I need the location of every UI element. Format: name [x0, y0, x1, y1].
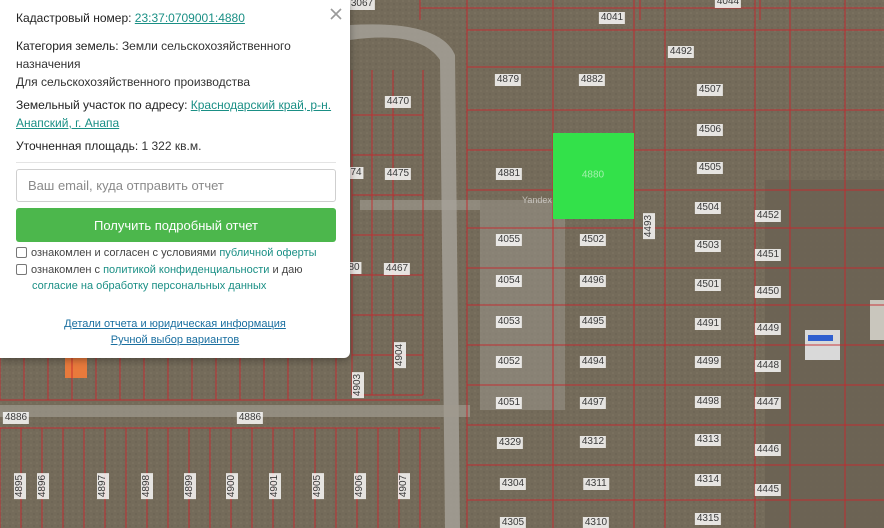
parcel-number-label: 4492	[667, 46, 695, 58]
manual-selection-link[interactable]: Ручной выбор вариантов	[0, 334, 350, 346]
get-report-button[interactable]: Получить подробный отчет	[16, 208, 336, 242]
divider	[16, 162, 336, 163]
parcel-number-label: 4900	[226, 472, 238, 500]
parcel-number-label: 4446	[754, 444, 782, 456]
privacy-consent-text-b: и даю	[272, 264, 303, 276]
parcel-number-label: 4054	[495, 275, 523, 287]
privacy-consent-text-a: ознакомлен с	[31, 264, 101, 276]
email-input[interactable]	[16, 169, 336, 202]
parcel-number-label: 4475	[384, 168, 412, 180]
parcel-number-label: 4051	[495, 397, 523, 409]
parcel-number-label: 4496	[579, 275, 607, 287]
cadastral-number-label: Кадастровый номер:	[16, 11, 132, 25]
privacy-policy-link[interactable]: политикой конфиденциальности	[103, 264, 269, 276]
selected-parcel-number: 4880	[581, 169, 605, 181]
cadastral-number-row: Кадастровый номер: 23:37:0709001:4880	[16, 9, 342, 27]
privacy-consent-row: ознакомлен с политикой конфиденциальност…	[16, 262, 342, 294]
parcel-number-label: 4445	[754, 484, 782, 496]
parcel-number-label: 4901	[269, 472, 281, 500]
parcel-number-label: 4052	[495, 356, 523, 368]
parcel-number-label: 4491	[694, 318, 722, 330]
parcel-number-label: 4903	[352, 371, 364, 399]
land-category-label: Категория земель:	[16, 39, 119, 53]
parcel-number-label: 4448	[754, 360, 782, 372]
parcel-number-label: 4895	[14, 472, 26, 500]
parcel-number-label: 4881	[495, 168, 523, 180]
area-row: Уточненная площадь: 1 322 кв.м.	[16, 137, 342, 155]
offer-consent-text: ознакомлен и согласен с условиями	[31, 247, 217, 259]
land-category-row: Категория земель: Земли сельскохозяйстве…	[16, 37, 342, 91]
parcel-number-label: 4311	[583, 478, 609, 490]
parcel-number-label: 4896	[37, 472, 49, 500]
parcel-number-label: 4450	[754, 286, 782, 298]
parcel-number-label: 4312	[579, 436, 607, 448]
parcel-number-label: 4329	[496, 437, 524, 449]
parcel-number-label: 4044	[714, 0, 742, 8]
parcel-number-label: 4898	[141, 472, 153, 500]
parcel-number-label: 4879	[494, 74, 522, 86]
offer-consent-checkbox[interactable]	[16, 247, 27, 258]
area-value: 1 322 кв.м.	[141, 139, 202, 153]
parcel-number-label: 4467	[383, 263, 411, 275]
parcel-number-label: 4886	[236, 412, 264, 424]
parcel-number-label: 4313	[694, 434, 722, 446]
parcel-number-label: 4905	[312, 472, 324, 500]
land-use-value: Для сельскохозяйственного производства	[16, 75, 251, 89]
parcel-number-label: 4501	[694, 279, 722, 291]
parcel-number-label: 4504	[694, 202, 722, 214]
parcel-number-label: 4452	[754, 210, 782, 222]
parcel-number-label: 4304	[499, 478, 527, 490]
parcel-number-label: 4899	[184, 472, 196, 500]
parcel-number-label: 4507	[696, 84, 724, 96]
parcel-number-label: 4314	[694, 474, 722, 486]
parcel-number-label: 4498	[694, 396, 722, 408]
parcel-number-label: 4897	[97, 472, 109, 500]
parcel-number-label: 4886	[2, 412, 30, 424]
parcel-info-panel: Кадастровый номер: 23:37:0709001:4880 Ка…	[0, 0, 350, 358]
parcel-number-label: 4882	[578, 74, 606, 86]
parcel-number-label: 74	[348, 167, 364, 179]
parcel-number-label: 4495	[579, 316, 607, 328]
address-row: Земельный участок по адресу: Краснодарск…	[16, 96, 342, 132]
map-attribution: Yandex	[522, 195, 552, 205]
parcel-number-label: 4315	[694, 513, 722, 525]
privacy-consent-checkbox[interactable]	[16, 264, 27, 275]
parcel-number-label: 4305	[499, 517, 527, 528]
public-offer-link[interactable]: публичной оферты	[219, 247, 316, 259]
parcel-number-label: 4502	[579, 234, 607, 246]
parcel-number-label: 4906	[354, 472, 366, 500]
parcel-number-label: 4499	[694, 356, 722, 368]
parcel-number-label: 4447	[754, 397, 782, 409]
parcel-number-label: 4041	[598, 12, 626, 24]
parcel-number-label: 4505	[696, 162, 724, 174]
parcel-number-label: 4506	[696, 124, 724, 136]
parcel-number-label: 4493	[643, 212, 655, 240]
parcel-number-label: 4053	[495, 316, 523, 328]
parcel-number-label: 3067	[348, 0, 376, 10]
parcel-number-label: 4055	[495, 234, 523, 246]
area-label: Уточненная площадь:	[16, 139, 139, 153]
address-label: Земельный участок по адресу:	[16, 98, 188, 112]
parcel-number-label: 4907	[398, 472, 410, 500]
offer-consent-row: ознакомлен и согласен с условиями публич…	[16, 245, 342, 261]
parcel-number-label: 4904	[394, 341, 406, 369]
parcel-number-label: 4449	[754, 323, 782, 335]
parcel-number-label: 4451	[754, 249, 782, 261]
parcel-number-label: 4497	[579, 397, 607, 409]
parcel-number-label: 4494	[579, 356, 607, 368]
personal-data-consent-link[interactable]: согласие на обработку персональных данны…	[32, 280, 266, 292]
parcel-number-label: 4310	[582, 517, 610, 528]
parcel-number-label: 4503	[694, 240, 722, 252]
parcel-number-label: 4470	[384, 96, 412, 108]
cadastral-number-link[interactable]: 23:37:0709001:4880	[135, 11, 245, 25]
report-details-link[interactable]: Детали отчета и юридическая информация	[0, 318, 350, 330]
